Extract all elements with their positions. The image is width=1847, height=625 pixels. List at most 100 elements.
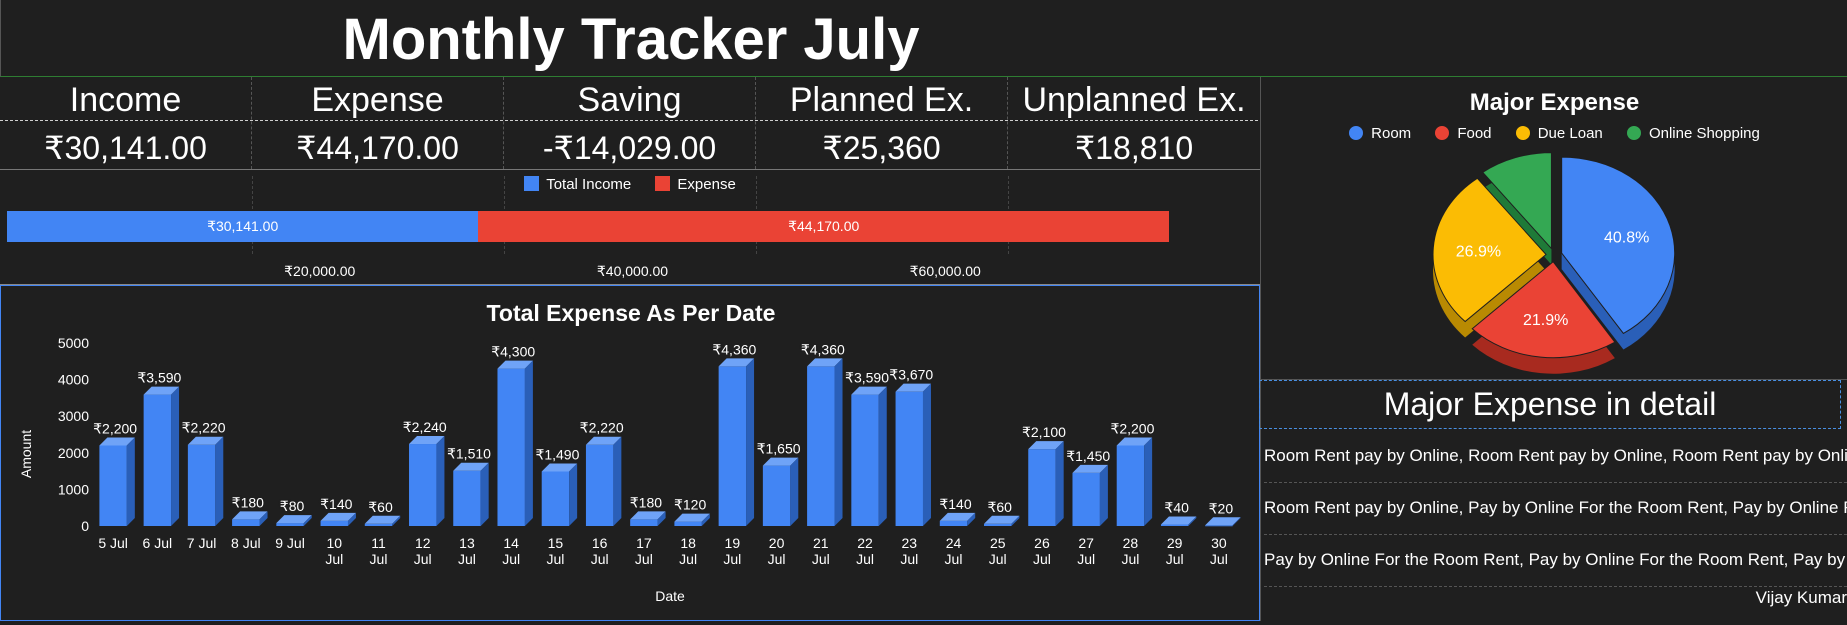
x-tick-label: 9 Jul — [275, 535, 305, 551]
bar[interactable] — [1116, 437, 1153, 526]
bar[interactable] — [674, 513, 710, 526]
data-label: ₹1,650 — [757, 441, 801, 457]
pie-slice-label: 26.9% — [1456, 243, 1501, 260]
expense-bar[interactable]: ₹44,170.00 — [478, 211, 1170, 242]
x-tick-label: 24 Jul — [945, 535, 963, 567]
x-tick-label: 25 Jul — [989, 535, 1007, 567]
y-tick-label: 5000 — [58, 335, 89, 351]
bar-side — [878, 386, 887, 526]
bar[interactable] — [320, 512, 356, 526]
x-tick-label: 17 Jul — [635, 535, 653, 567]
bar[interactable] — [1028, 441, 1064, 526]
legend-swatch — [524, 176, 540, 191]
pie-slice-label: 21.9% — [1523, 312, 1568, 329]
bar[interactable] — [1072, 464, 1108, 526]
bar-side — [215, 436, 224, 526]
bar-side — [746, 358, 755, 526]
bar-side — [436, 436, 445, 526]
bar[interactable] — [364, 515, 401, 526]
bar[interactable] — [276, 515, 312, 526]
x-tick-label: 13 Jul — [458, 535, 476, 567]
data-label: ₹1,510 — [447, 446, 491, 462]
pie-svg: 40.8% 21.9% 26.9% — [1432, 152, 1676, 374]
bar-front — [1116, 445, 1145, 526]
detail-header: Major Expense in detail — [1259, 380, 1841, 429]
bar[interactable] — [984, 515, 1020, 526]
bar[interactable] — [851, 386, 887, 526]
stat-expense: Expense ₹44,170.00 — [252, 77, 504, 169]
bar-front — [762, 465, 791, 526]
bar-side — [524, 360, 533, 526]
x-tick-label: 26 Jul — [1033, 535, 1051, 567]
data-label: ₹2,220 — [182, 420, 226, 436]
bar[interactable] — [585, 436, 622, 526]
bar-side — [1099, 464, 1108, 526]
bar-top — [1205, 517, 1241, 526]
date-expense-svg: Total Expense As Per Date Amount Date 0 1… — [18, 300, 1241, 604]
bar[interactable] — [630, 511, 666, 526]
bar[interactable] — [939, 512, 976, 526]
legend-label: Expense — [677, 176, 736, 193]
bar[interactable] — [453, 462, 489, 526]
chart-title: Total Expense As Per Date — [487, 300, 776, 326]
data-label: ₹4,360 — [801, 341, 845, 357]
data-label: ₹80 — [280, 498, 305, 514]
bar[interactable] — [1160, 516, 1197, 526]
x-tick-label: 15 Jul — [546, 535, 564, 567]
bar[interactable] — [143, 386, 180, 526]
legend-total-income[interactable]: Total Income — [524, 176, 631, 193]
data-label: ₹3,590 — [845, 370, 889, 386]
page-title: Monthly Tracker July — [342, 7, 920, 72]
bar-front — [453, 470, 481, 526]
bar-front — [1072, 472, 1100, 526]
bar[interactable] — [232, 511, 268, 526]
y-tick-label: 4000 — [58, 372, 89, 388]
bar-side — [480, 462, 489, 526]
legend-label: Total Income — [546, 176, 632, 193]
bar-side — [171, 386, 180, 526]
bar-front — [807, 366, 835, 526]
bar[interactable] — [187, 436, 224, 526]
stat-saving: Saving -₹14,029.00 — [504, 77, 756, 169]
major-expense-pie-chart: Major Expense Room Food Due Loan Online … — [1261, 77, 1847, 380]
bar-front — [984, 523, 1012, 526]
bar[interactable] — [807, 358, 843, 526]
summary-stats: Income ₹30,141.00 Expense ₹44,170.00 Sav… — [0, 77, 1260, 170]
income-expense-bar-chart: Total Income Expense ₹30,141.00 ₹44,170.… — [0, 170, 1260, 285]
bar-front — [718, 366, 747, 526]
bar[interactable] — [718, 358, 755, 526]
bar[interactable] — [497, 360, 533, 526]
bar[interactable] — [99, 437, 135, 526]
data-label: ₹4,360 — [712, 341, 756, 357]
stat-unplanned: Unplanned Ex. ₹18,810 — [1008, 77, 1260, 169]
bar-front — [320, 520, 348, 526]
bar[interactable] — [1205, 517, 1241, 527]
legend-expense[interactable]: Expense — [655, 176, 736, 193]
data-label: ₹180 — [630, 494, 662, 510]
x-tick-label: 23 Jul — [900, 535, 918, 567]
x-axis-label: Date — [655, 588, 685, 604]
legend-swatch — [655, 176, 671, 191]
stat-label: Planned Ex. — [789, 81, 974, 119]
x-tick-label: 19 Jul — [723, 535, 741, 567]
pie-slice-label: 40.8% — [1604, 230, 1649, 247]
stat-label: Unplanned Ex. — [1022, 81, 1246, 119]
data-label: ₹2,100 — [1022, 424, 1066, 440]
bar[interactable] — [409, 436, 445, 526]
data-label: ₹180 — [232, 494, 264, 510]
title-bar: Monthly Tracker July — [0, 0, 1847, 77]
x-tick-label: 8 Jul — [231, 535, 261, 551]
bar-side — [613, 436, 622, 526]
x-tick-label: 7 Jul — [187, 535, 217, 551]
bar-side — [922, 383, 931, 526]
bar-front — [1160, 524, 1189, 526]
bar[interactable] — [762, 457, 799, 526]
stat-value: ₹25,360 — [822, 130, 941, 166]
income-bar[interactable]: ₹30,141.00 — [7, 211, 479, 242]
data-label: ₹3,670 — [889, 367, 933, 383]
bar[interactable] — [541, 463, 578, 526]
bar-front — [232, 519, 260, 526]
bar[interactable] — [895, 383, 931, 526]
x-tick-label: 10 Jul — [325, 535, 343, 567]
stat-value: -₹14,029.00 — [542, 130, 717, 166]
